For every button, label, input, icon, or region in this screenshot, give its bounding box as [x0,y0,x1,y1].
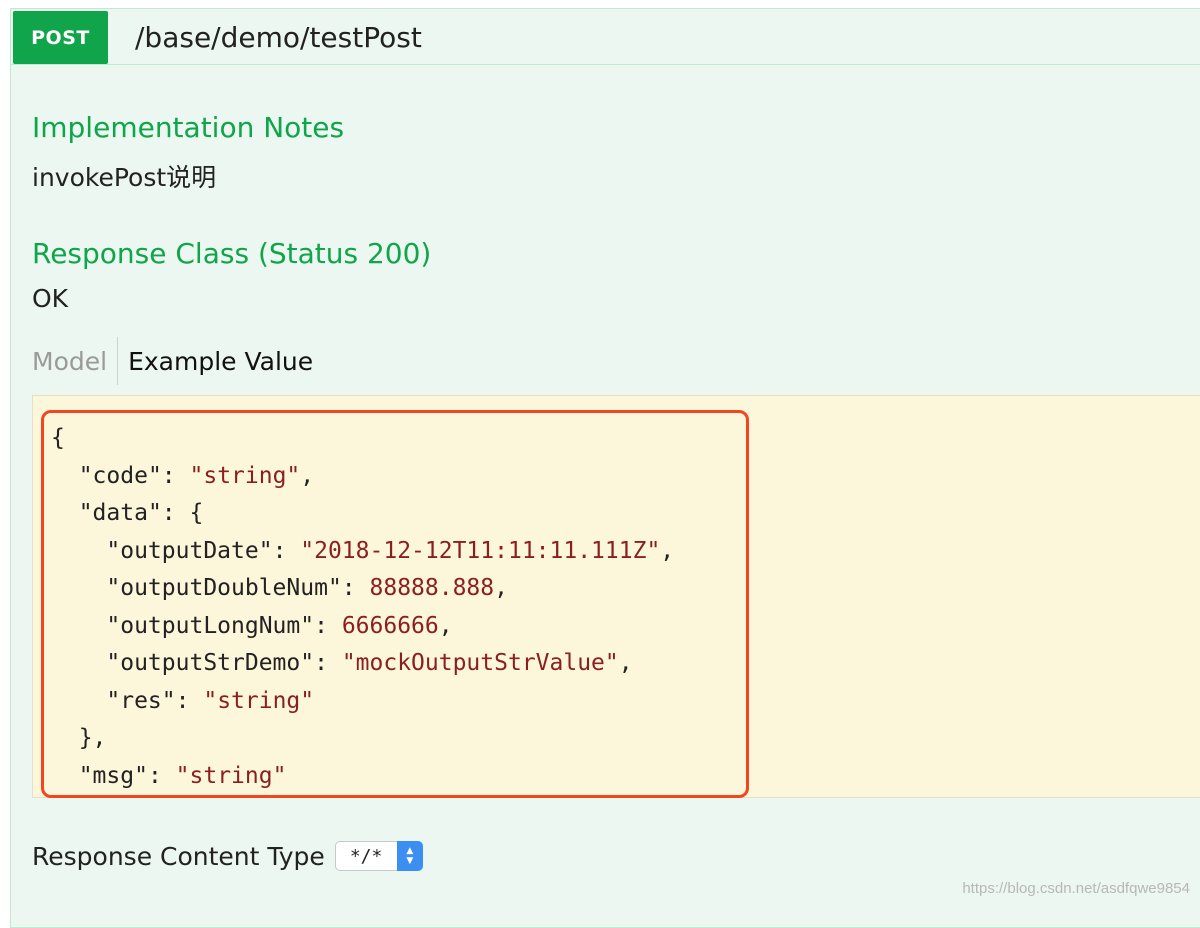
example-json: { "code": "string", "data": { "outputDat… [51,425,675,789]
model-tabs: Model Example Value [32,337,323,385]
operation-header[interactable]: POST /base/demo/testPost [11,9,1200,65]
response-class-title: Response Class (Status 200) [32,237,432,270]
chevron-up-down-icon: ▲ ▼ [396,841,423,871]
select-value: */* [349,845,383,867]
operation-panel: POST /base/demo/testPost Implementation … [10,8,1200,928]
method-badge-post[interactable]: POST [13,11,108,64]
endpoint-path[interactable]: /base/demo/testPost [135,9,422,65]
response-content-type-select[interactable]: */* ▲ ▼ [334,841,423,871]
tab-example-value[interactable]: Example Value [118,347,323,376]
implementation-notes-title: Implementation Notes [32,111,345,144]
response-class-text: OK [32,284,69,313]
response-content-type-label: Response Content Type [32,841,325,871]
watermark: https://blog.csdn.net/asdfqwe9854 [962,880,1190,897]
tab-model[interactable]: Model [32,347,117,376]
implementation-notes-text: invokePost说明 [32,163,217,192]
example-value-box[interactable]: { "code": "string", "data": { "outputDat… [32,395,1200,798]
response-content-type: Response Content Type */* ▲ ▼ [32,841,423,871]
